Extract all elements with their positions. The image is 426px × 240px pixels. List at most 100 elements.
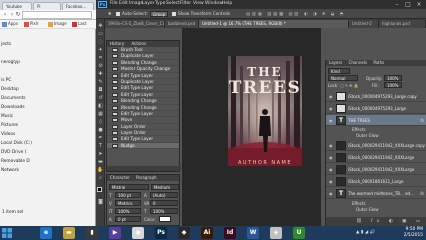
gradient-icon[interactable]: ▦ (97, 111, 104, 117)
browser-tab[interactable]: Faceboo... (62, 2, 94, 10)
taskbar-app-icon[interactable]: ▶ (109, 227, 121, 239)
tab-paragraph[interactable]: Paragraph (136, 175, 157, 180)
explorer-item[interactable]: Desktop (0, 85, 20, 94)
baseline-shift-field[interactable]: 0 pt (115, 216, 141, 222)
browser-tab[interactable]: Youtube (2, 2, 32, 10)
move-tool-icon[interactable]: ✥ (108, 11, 112, 16)
stamp-icon[interactable]: ◘ (97, 87, 104, 93)
fill-field[interactable]: 100% (384, 82, 402, 88)
taskbar-app-icon[interactable]: ▬ (63, 227, 75, 239)
visibility-eye-icon[interactable]: ◉ (329, 191, 333, 196)
minimize-button[interactable]: – (392, 0, 402, 9)
explorer-item[interactable]: Documents (0, 94, 26, 103)
shape-icon[interactable]: ▬ (97, 159, 104, 165)
taskbar-app-icon[interactable]: W (247, 227, 259, 239)
windows-start-icon[interactable] (2, 228, 12, 238)
bookmark-item[interactable]: Image (48, 21, 67, 27)
taskbar-app-icon[interactable]: Ai (201, 227, 213, 239)
visibility-eye-icon[interactable]: ◉ (329, 94, 333, 99)
type-icon[interactable]: T (97, 143, 104, 149)
bookmark-item[interactable]: Pixlr (24, 21, 39, 27)
history-item-selected[interactable]: Nudge (107, 142, 179, 150)
effects-row[interactable]: Effects (326, 127, 426, 132)
horizontal-scale-field[interactable]: 100% (150, 208, 178, 214)
taskbar-app-icon[interactable]: e (40, 227, 52, 239)
vertical-scale-field[interactable]: 100% (115, 208, 141, 214)
layer-row[interactable]: ◉ iStock_000004975293_Large (326, 103, 426, 114)
layer-row[interactable]: ◉ iStock_000004975293_Large copy (326, 91, 426, 102)
font-size-field[interactable]: 100 pt (115, 192, 141, 198)
explorer-item[interactable]: jects (0, 40, 20, 49)
hand-icon[interactable]: ✋ (97, 167, 104, 173)
reload-icon[interactable]: ↻ (14, 11, 22, 19)
blur-icon[interactable]: ◊ (97, 119, 104, 125)
dodge-icon[interactable]: ● (97, 127, 104, 133)
crop-icon[interactable]: ⌗ (97, 55, 104, 61)
menu-file[interactable]: File (110, 1, 118, 6)
tray-icons[interactable]: ▲ ▮ ◢ 🔊 (356, 230, 375, 235)
lasso-icon[interactable]: ◌ (97, 39, 104, 45)
doc-tab[interactable]: highlands.psd (379, 20, 426, 28)
close-button[interactable]: × (414, 0, 424, 9)
explorer-item[interactable]: Videos (0, 130, 20, 139)
kerning-field[interactable]: Metrics (115, 200, 141, 206)
show-transform-checkbox[interactable]: Show Transform Controls (172, 11, 230, 16)
browser-tab[interactable]: Pi (33, 2, 61, 10)
explorer-item[interactable]: Pictures (0, 121, 20, 130)
explorer-item[interactable]: DVD Drive ( (0, 148, 26, 157)
layers-footer-buttons[interactable]: ⛓ fx ◐ ▣ ▭ ⊞ 🗑 (326, 217, 426, 233)
visibility-eye-icon[interactable]: ◉ (329, 118, 333, 123)
3d-mode-buttons[interactable]: ◐ ◑ ✥ ◒ ◓ (304, 11, 345, 16)
explorer-item[interactable]: Music (0, 112, 20, 121)
explorer-item[interactable] (0, 49, 20, 58)
maximize-button[interactable]: □ (403, 0, 413, 9)
explorer-item[interactable]: Network (0, 166, 20, 175)
layer-row[interactable]: ◉ iStock_00001861611_Large (326, 176, 426, 187)
leading-field[interactable]: (Auto) (150, 192, 178, 198)
layer-row[interactable]: ◉ iStock_000029411942_XXXLarge (326, 164, 426, 175)
tab-character[interactable]: Character (110, 175, 130, 180)
tab-history[interactable]: History (110, 41, 124, 46)
auto-select-checkbox[interactable]: Auto-Select: (116, 11, 148, 16)
history-brush-icon[interactable]: ↺ (97, 95, 104, 101)
font-style-select[interactable]: Medium (151, 184, 179, 190)
explorer-item[interactable]: Downloads (0, 103, 25, 112)
taskbar-app-icon[interactable]: Ps (155, 227, 167, 239)
brush-icon[interactable]: ✎ (97, 79, 104, 85)
zoom-icon[interactable]: ⌕ (97, 175, 104, 181)
url-input[interactable] (22, 11, 92, 19)
bookmark-item[interactable]: Apps (2, 21, 18, 27)
move-icon[interactable]: ✥ (97, 23, 104, 29)
layer-row[interactable]: ◉ iStock_000029411942_XXXLarge (326, 152, 426, 163)
pen-icon[interactable]: ✒ (97, 135, 104, 141)
foreground-color-icon[interactable] (97, 187, 104, 193)
menu-select[interactable]: Select (166, 1, 180, 6)
menu-help[interactable]: Help (222, 1, 232, 6)
marquee-icon[interactable]: ▭ (97, 31, 104, 37)
doc-tab[interactable]: badblend.psd (165, 20, 199, 28)
explorer-item[interactable] (0, 67, 20, 76)
eyedropper-icon[interactable]: ⊘ (97, 63, 104, 69)
visibility-eye-icon[interactable]: ◉ (329, 155, 333, 160)
explorer-item[interactable]: neroglyp (0, 58, 20, 67)
auto-select-dropdown[interactable]: Group (150, 11, 168, 17)
book-cover-artwork[interactable]: THE TREES AUTHOR NAME (228, 56, 302, 166)
menu-view[interactable]: View (193, 1, 204, 6)
taskbar-app-icon[interactable]: ▮ (86, 227, 98, 239)
effects-row[interactable]: Effects (326, 201, 426, 206)
font-family-select[interactable]: Mistral (109, 184, 149, 190)
explorer-item[interactable]: Removable D (0, 157, 30, 166)
tab-actions[interactable]: Actions (132, 41, 147, 46)
menu-image[interactable]: Image (129, 1, 143, 6)
blend-mode-select[interactable]: Normal (328, 75, 358, 81)
doc-tab[interactable]: Untitled-2 (349, 20, 379, 28)
tab-layers[interactable]: Layers (329, 60, 342, 65)
tab-channels[interactable]: Channels (349, 60, 368, 65)
taskbar-app-icon[interactable]: U (293, 227, 305, 239)
visibility-eye-icon[interactable]: ◉ (329, 167, 333, 172)
tab-paths[interactable]: Paths (373, 60, 384, 65)
menu-filter[interactable]: Filter (180, 1, 191, 6)
layer-fx-badge[interactable]: fx (420, 118, 424, 123)
layer-row-selected[interactable]: ◉ T THE TREES fx (326, 115, 426, 126)
tracking-field[interactable]: 0 (150, 200, 178, 206)
